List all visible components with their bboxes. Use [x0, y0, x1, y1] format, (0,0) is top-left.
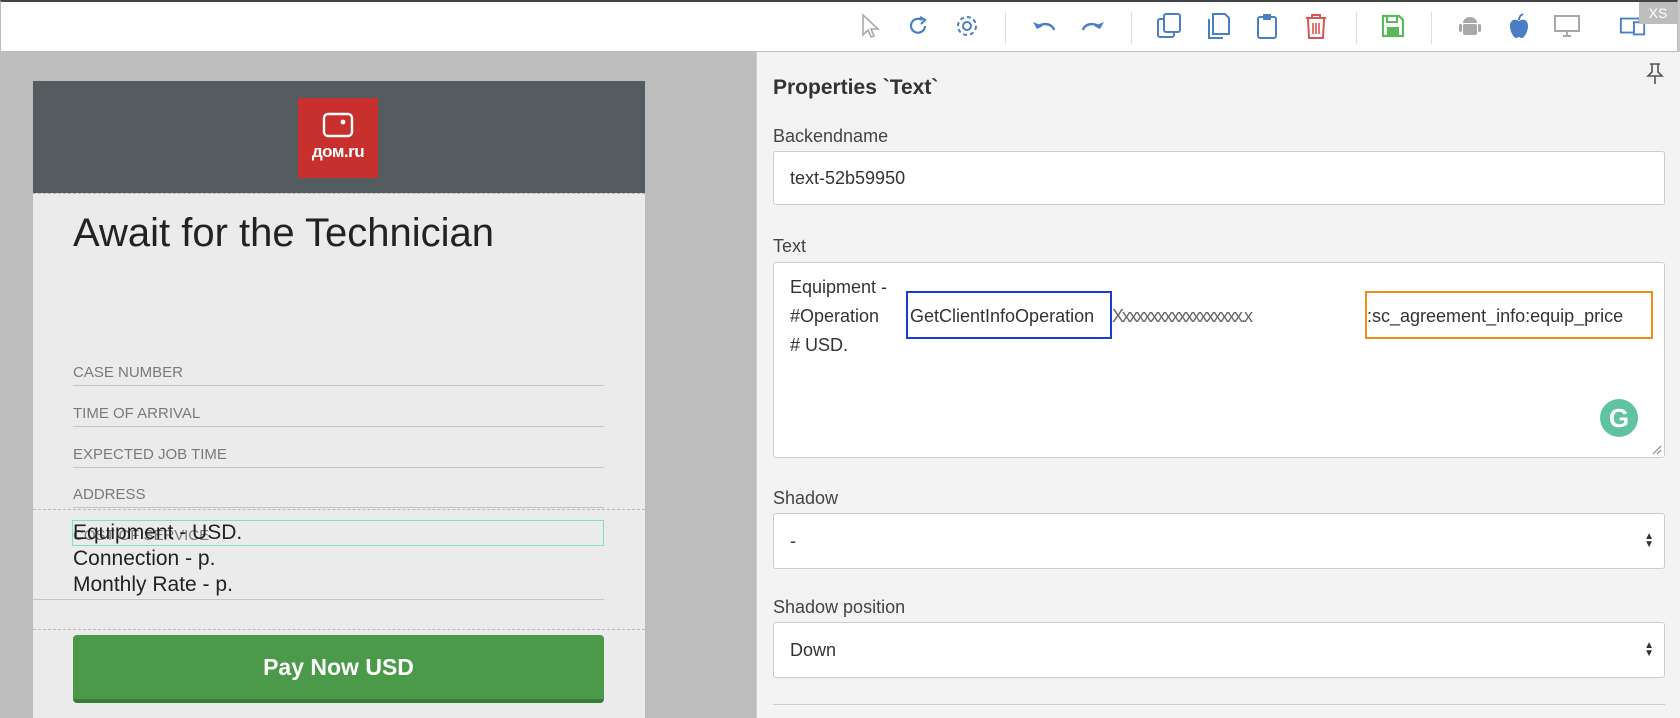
select-arrows-icon: ▲ ▼	[1644, 640, 1654, 659]
text-textarea[interactable]: Equipment - #Operation GetClientInfoOper…	[773, 262, 1665, 458]
phone-preview: дом.ru Await for the Technician CASE NUM…	[33, 81, 645, 718]
shadow-label: Shadow	[773, 488, 839, 508]
shadow-value: -	[790, 530, 796, 551]
gear-icon[interactable]	[953, 12, 981, 40]
expected-job-time-label[interactable]: EXPECTED JOB TIME	[73, 446, 604, 468]
redo-icon[interactable]	[1079, 12, 1107, 40]
toolbar-divider	[1131, 12, 1132, 44]
toolbar-divider	[1356, 12, 1357, 44]
panel-title: Properties `Text`	[773, 76, 939, 99]
section-divider	[33, 599, 604, 600]
shadow-position-value: Down	[790, 639, 837, 660]
section-divider	[773, 704, 1665, 705]
backendname-input[interactable]: text-52b59950	[773, 151, 1665, 205]
backendname-label: Backendname	[773, 126, 889, 146]
shadow-position-label: Shadow position	[773, 597, 906, 617]
refresh-icon[interactable]	[904, 12, 932, 40]
equipment-cost-text[interactable]: Equipment - USD.	[73, 521, 242, 545]
select-arrows-icon: ▲ ▼	[1644, 531, 1654, 550]
monthly-rate-text[interactable]: Monthly Rate - p.	[73, 573, 233, 597]
connection-cost-text[interactable]: Connection - p.	[73, 547, 215, 571]
page-title[interactable]: Await for the Technician	[73, 211, 494, 256]
duplicate-icon[interactable]	[1204, 12, 1232, 40]
cursor-icon[interactable]	[856, 12, 884, 40]
text-label: Text	[773, 236, 807, 256]
pay-now-button[interactable]: Pay Now USD	[73, 635, 604, 703]
shadow-select[interactable]: - ▲ ▼	[773, 513, 1665, 569]
section-divider	[33, 193, 645, 194]
field-path-text: :sc_agreement_info:equip_price	[1367, 306, 1624, 326]
phone-header: дом.ru	[33, 81, 645, 193]
apple-icon[interactable]	[1505, 12, 1533, 40]
case-number-label[interactable]: CASE NUMBER	[73, 364, 604, 386]
viewport-size-badge: XS	[1639, 2, 1677, 24]
design-canvas: дом.ru Await for the Technician CASE NUM…	[0, 52, 756, 718]
undo-icon[interactable]	[1030, 12, 1058, 40]
trash-icon[interactable]	[1302, 12, 1330, 40]
logo-text: дом.ru	[311, 142, 365, 161]
overlapping-text: Xxxxxxxxxxxxxxxxxx.x	[1112, 306, 1253, 326]
grammarly-icon[interactable]: G	[1600, 399, 1638, 437]
desktop-icon[interactable]	[1553, 12, 1581, 40]
top-toolbar: XS	[0, 0, 1678, 52]
time-of-arrival-label[interactable]: TIME OF ARRIVAL	[73, 405, 604, 427]
text-line-2-prefix: #Operation	[790, 306, 880, 326]
text-line-3: # USD.	[790, 335, 849, 355]
shadow-position-select[interactable]: Down ▲ ▼	[773, 622, 1665, 678]
save-icon[interactable]	[1379, 12, 1407, 40]
operation-name-text: GetClientInfoOperation	[910, 306, 1095, 326]
pin-icon[interactable]	[1645, 62, 1665, 86]
android-icon[interactable]	[1456, 12, 1484, 40]
copy-icon[interactable]	[1155, 12, 1183, 40]
toolbar-divider	[1005, 12, 1006, 44]
brand-logo: дом.ru	[298, 98, 378, 178]
text-line-1: Equipment -	[790, 277, 888, 297]
properties-panel: Properties `Text` Backendname text-52b59…	[756, 52, 1680, 718]
tv-icon	[322, 112, 354, 138]
address-label[interactable]: ADDRESS	[73, 486, 604, 508]
section-divider	[33, 629, 645, 630]
section-divider	[33, 509, 645, 510]
resize-handle-icon[interactable]	[1650, 443, 1662, 455]
toolbar-divider	[1431, 12, 1432, 44]
clipboard-icon[interactable]	[1253, 12, 1281, 40]
